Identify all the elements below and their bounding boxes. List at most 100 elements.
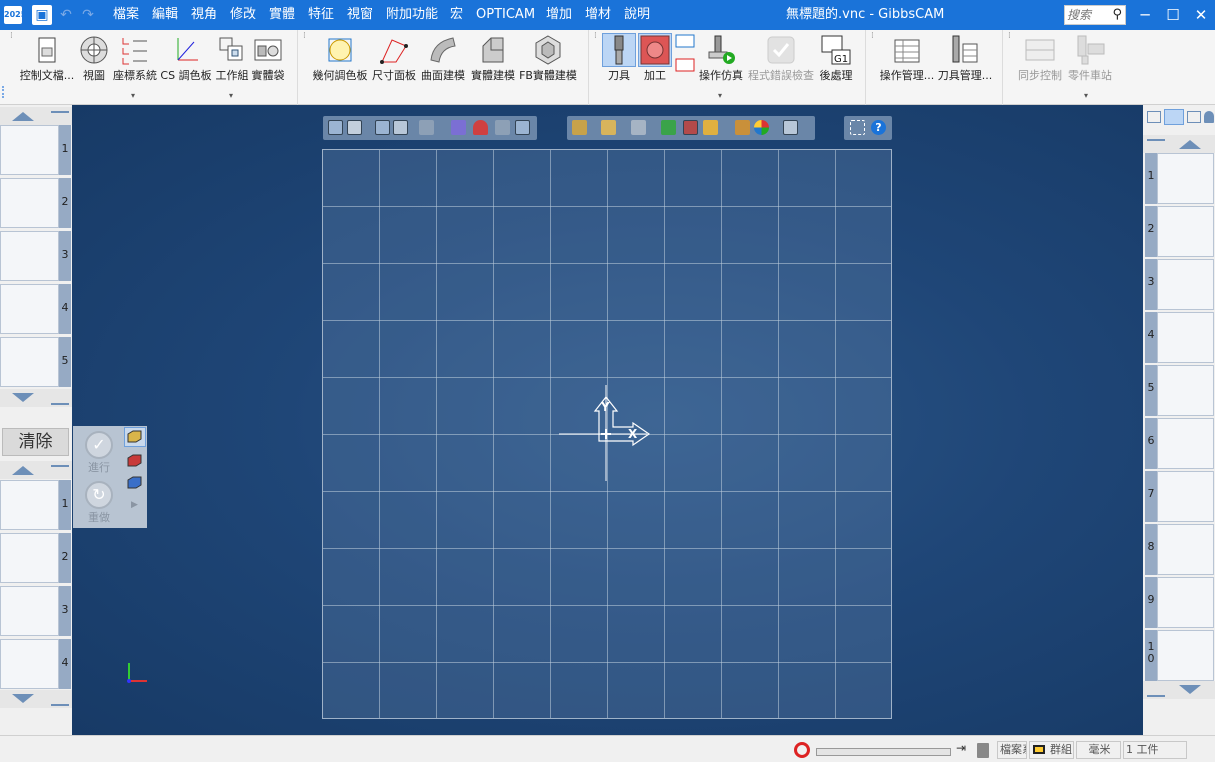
stock-blue-icon[interactable] [125, 474, 145, 492]
green-solid-icon[interactable] [661, 120, 676, 135]
program-error-check-button[interactable]: 程式錯誤檢查 [746, 32, 816, 86]
operation-slot[interactable]: 8 [1143, 524, 1215, 577]
dropdown-icon[interactable]: ▾ [229, 91, 233, 100]
menu-file[interactable]: 檔案 [113, 0, 139, 30]
post-processor-button[interactable]: G1 後處理 [818, 32, 854, 86]
solid-yellow-icon[interactable] [572, 120, 587, 135]
panel-left-icon[interactable] [1147, 111, 1161, 123]
coord-system-field[interactable]: 檔案系 [997, 741, 1027, 759]
stop-icon[interactable] [794, 742, 810, 758]
trash-icon[interactable] [977, 743, 989, 758]
clear-button[interactable]: 清除 [2, 428, 69, 456]
workgroup-button[interactable]: 工作組 [214, 32, 250, 86]
menu-modify[interactable]: 修改 [230, 0, 256, 30]
sync-control-button[interactable]: 同步控制 [1016, 32, 1064, 86]
dropdown-icon[interactable]: ▾ [718, 91, 722, 100]
menu-opticam[interactable]: OPTICAM [476, 0, 535, 30]
stock-yellow-icon[interactable] [124, 427, 146, 447]
scroll-bottom-icon[interactable] [51, 692, 69, 706]
search-box[interactable]: ⚲ [1064, 5, 1126, 25]
operation-slot[interactable]: 6 [1143, 418, 1215, 471]
scroll-top-icon[interactable] [51, 111, 69, 125]
process-slot[interactable]: 2 [0, 533, 72, 585]
scroll-bottom-icon[interactable] [51, 391, 69, 405]
expand-arrow-icon[interactable]: ▶ [131, 500, 138, 510]
operation-slot[interactable]: 4 [1143, 312, 1215, 365]
windows-icon[interactable] [783, 120, 798, 135]
operation-slot[interactable]: 1 0 [1143, 630, 1215, 683]
scroll-down-icon[interactable] [12, 694, 34, 703]
operation-slot[interactable]: 3 [1143, 259, 1215, 312]
process-slot[interactable]: 3 [0, 586, 72, 638]
machining-button[interactable]: 加工 [638, 32, 672, 86]
fb-solid-modeling-button[interactable]: FB實體建模 [519, 32, 577, 86]
operation-sim-button[interactable]: 操作仿真 [698, 32, 744, 86]
frame-icon[interactable] [515, 120, 530, 135]
process-slot[interactable]: 4 [0, 284, 72, 336]
stock-red-icon[interactable] [125, 452, 145, 470]
operation-manager-button[interactable]: 操作管理... [879, 32, 935, 86]
help-icon[interactable]: ? [871, 120, 886, 135]
layers-icon[interactable] [683, 120, 698, 135]
search-input[interactable] [1067, 7, 1109, 23]
menu-view[interactable]: 視角 [191, 0, 217, 30]
part-station-button[interactable]: 零件車站 [1066, 32, 1114, 86]
control-doc-button[interactable]: 控制文檔... [18, 32, 76, 86]
save-icon[interactable]: ▣ [32, 5, 52, 25]
grip-icon[interactable]: ⁞ [594, 32, 600, 48]
solid-outline-icon[interactable] [601, 120, 616, 135]
scroll-up-icon[interactable] [12, 466, 34, 475]
view-mode-icon[interactable] [328, 120, 343, 135]
process-slot[interactable]: 3 [0, 231, 72, 283]
ribbon-grip-icon[interactable] [2, 86, 6, 98]
scroll-bottom-icon[interactable] [1147, 683, 1165, 697]
zoom-fit-icon[interactable] [850, 120, 865, 135]
process-slot[interactable]: 1 [0, 480, 72, 532]
unit-field[interactable]: 毫米 [1076, 741, 1121, 759]
transparent-icon[interactable] [631, 120, 646, 135]
scroll-up-icon[interactable] [1179, 140, 1201, 149]
dropdown-icon[interactable]: ▾ [131, 91, 135, 100]
panel-both-icon[interactable] [1164, 109, 1184, 125]
shaded-icon[interactable] [393, 120, 408, 135]
section-icon[interactable] [419, 120, 434, 135]
menu-plugins[interactable]: 附加功能 [386, 0, 438, 30]
user-icon[interactable] [1204, 111, 1214, 123]
solid-bag-button[interactable]: 實體袋 [250, 32, 286, 86]
grip-icon[interactable]: ⁞ [303, 32, 309, 48]
operation-slot[interactable]: 1 [1143, 153, 1215, 206]
close-icon[interactable]: ✕ [1187, 0, 1215, 30]
grip-icon[interactable]: ⁞ [1008, 32, 1014, 48]
boolean-icon[interactable] [735, 120, 750, 135]
scroll-down-icon[interactable] [1179, 685, 1201, 694]
maximize-icon[interactable]: ☐ [1159, 0, 1187, 30]
menu-additive[interactable]: 增材 [585, 0, 611, 30]
dropdown-icon[interactable]: ▾ [1084, 91, 1088, 100]
menu-help[interactable]: 說明 [624, 0, 650, 30]
solid-modeling-button[interactable]: 實體建模 [469, 32, 517, 86]
process-slot[interactable]: 4 [0, 639, 72, 691]
surface-modeling-button[interactable]: 曲面建模 [419, 32, 467, 86]
process-slot[interactable]: 1 [0, 125, 72, 177]
panel-right-icon[interactable] [1187, 111, 1201, 123]
grip-icon[interactable]: ⁞ [10, 32, 16, 48]
part-field[interactable]: 1 工件 [1123, 741, 1187, 759]
menu-window[interactable]: 視窗 [347, 0, 373, 30]
dimension-view-icon[interactable] [347, 120, 362, 135]
app-logo-icon[interactable]: 2025 [4, 6, 26, 24]
columns-icon[interactable] [703, 120, 718, 135]
coord-system-button[interactable]: 座標系統 [112, 32, 158, 86]
view-button[interactable]: 視圖 [78, 32, 110, 86]
process-list-icon[interactable] [675, 34, 695, 48]
operation-slot[interactable]: 5 [1143, 365, 1215, 418]
run-button[interactable]: ✓ 進行 [75, 428, 123, 474]
scroll-top-icon[interactable] [1147, 139, 1165, 153]
scroll-up-icon[interactable] [12, 112, 34, 121]
process-slot[interactable]: 2 [0, 178, 72, 230]
menu-add[interactable]: 增加 [546, 0, 572, 30]
process-slot[interactable]: 5 [0, 337, 72, 389]
scroll-top-icon[interactable] [51, 465, 69, 479]
color-wheel-icon[interactable] [754, 120, 769, 135]
redo-button[interactable]: ↻ 重做 [75, 478, 123, 524]
cs-palette-button[interactable]: CS 調色板 [160, 32, 212, 86]
